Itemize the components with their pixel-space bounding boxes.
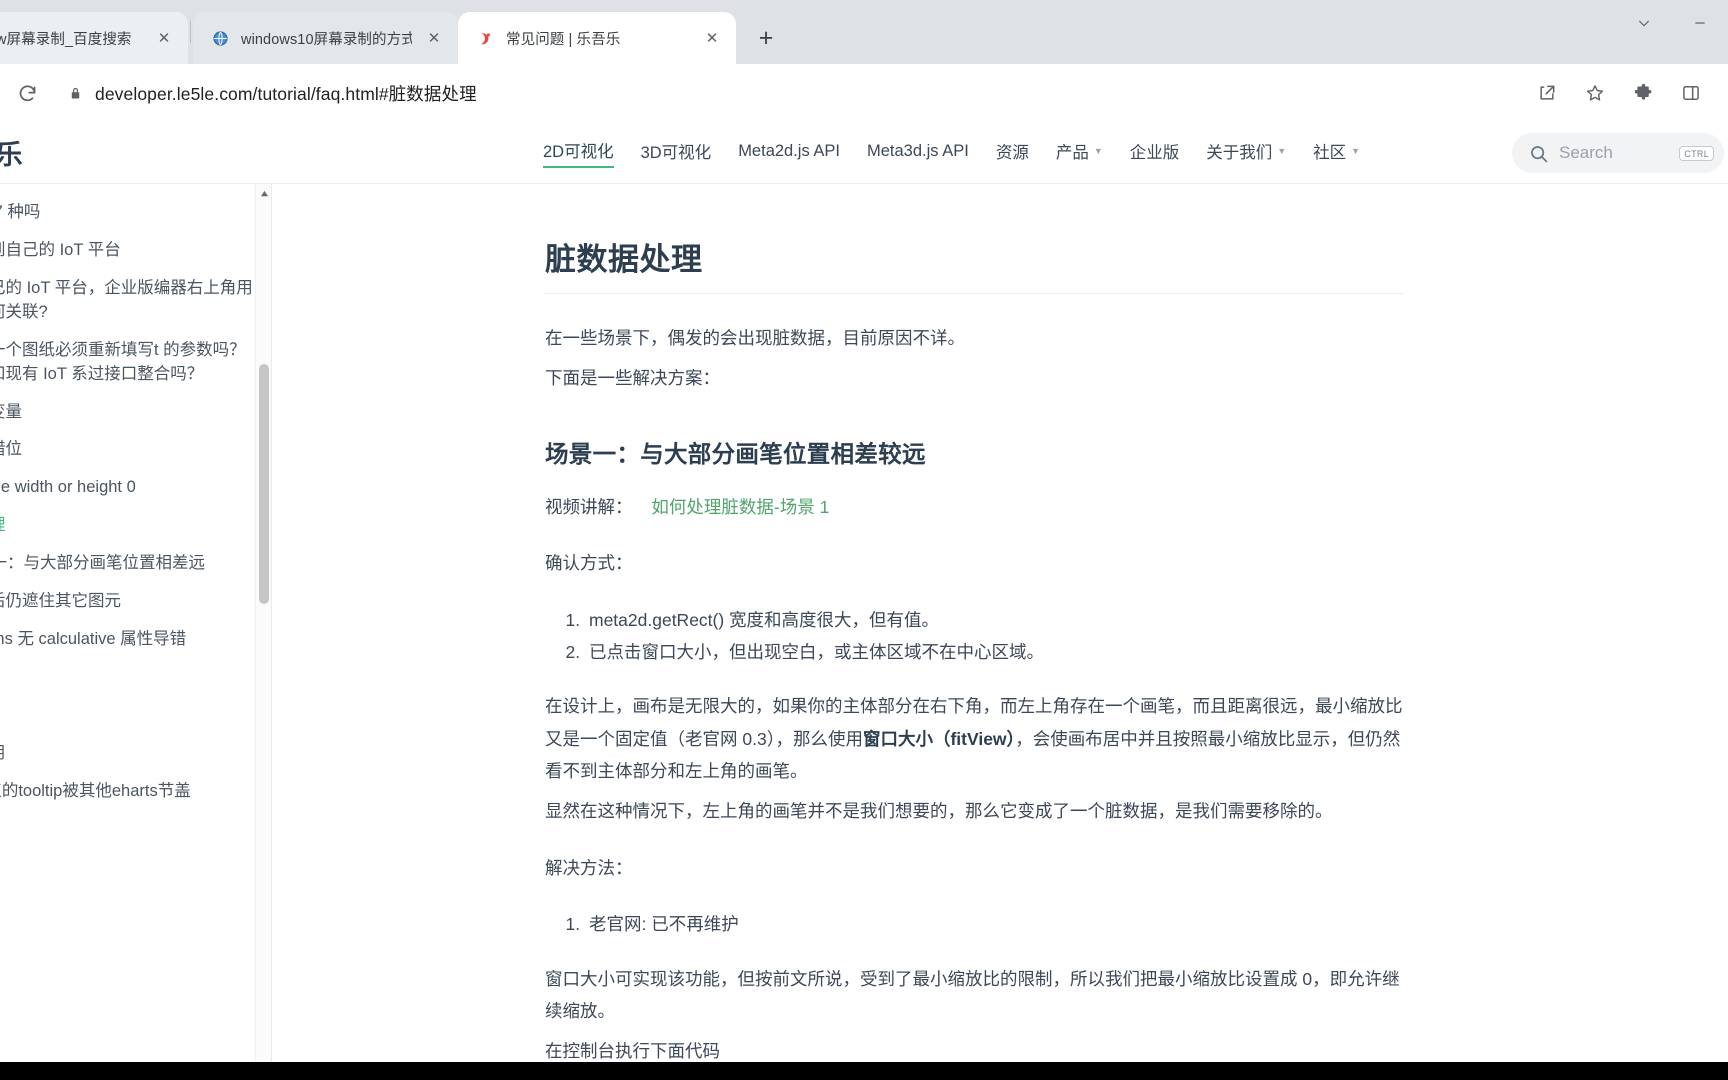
sidebar-item[interactable]: 集成到自己的 IoT 平台 — [0, 232, 270, 270]
content-area: 只有 7 种吗 集成到自己的 IoT 平台 到自己的 IoT 平台，企业版编器右… — [0, 184, 1728, 1079]
nav-label: Meta2d.js API — [738, 141, 840, 160]
body-text-bold: 窗口大小（fitView） — [862, 728, 1016, 749]
tab-title: w屏幕录制_百度搜索 — [0, 31, 132, 48]
video-label: 视频讲解： — [545, 496, 633, 517]
browser-window: w屏幕录制_百度搜索 ✕ windows10屏幕录制的方式有哪 ✕ 常见问题 | — [0, 0, 1728, 1080]
sidebar-item[interactable]: 景一：与大部分画笔位置相差远 — [0, 545, 270, 583]
nav-item-enterprise[interactable]: 企业版 — [1130, 139, 1180, 166]
sidebar-item[interactable]: 只有 7 种吗 — [0, 194, 270, 232]
le5le-icon — [476, 29, 494, 47]
sidebar-item[interactable]: 到自己的 IoT 平台，企业版编器右上角用户如何关联? — [0, 270, 270, 332]
sidebar-item[interactable]: ts节点的tooltip被其他eharts节盖 — [0, 773, 270, 811]
body-paragraph-2: 显然在这种情况下，左上角的画笔并不是我们想要的，那么它变成了一个脏数据，是我们需… — [545, 801, 1333, 822]
sidebar-item[interactable]: 打开一个图纸必须重新填写t 的参数吗？可以和现有 IoT 系过接口整合吗？ — [0, 332, 270, 394]
star-icon[interactable] — [1572, 70, 1618, 116]
chevron-down-icon[interactable] — [1616, 0, 1672, 46]
nav-item-about[interactable]: 关于我们 ▼ — [1206, 139, 1286, 166]
nav-label: 社区 — [1313, 144, 1347, 162]
chevron-down-icon: ▼ — [1093, 146, 1103, 156]
sidebar-item[interactable]: 问题 — [0, 811, 270, 849]
close-icon[interactable]: ✕ — [154, 28, 174, 48]
tab-title: windows10屏幕录制的方式有哪 — [241, 31, 412, 48]
nav-item-meta3d-api[interactable]: Meta3d.js API — [867, 142, 969, 164]
section-title: 场景一：与大部分画笔位置相差较远 — [545, 440, 926, 467]
toc-list: 只有 7 种吗 集成到自己的 IoT 平台 到自己的 IoT 平台，企业版编器右… — [0, 186, 270, 849]
minimize-icon[interactable] — [1672, 0, 1728, 46]
nav-label: 关于我们 — [1206, 144, 1273, 162]
site-header: 吾乐 2D可视化 3D可视化 Meta2d.js API Meta3d.js A… — [0, 122, 1728, 184]
tab-title: 常见问题 | 乐吾乐 — [506, 31, 621, 48]
search-input[interactable]: Search CTRL — [1512, 133, 1724, 173]
puzzle-icon[interactable] — [1620, 70, 1666, 116]
nav-item-community[interactable]: 社区 ▼ — [1313, 139, 1360, 166]
sidebar-item[interactable]: 布使用 — [0, 735, 270, 773]
tab-strip: w屏幕录制_百度搜索 ✕ windows10屏幕录制的方式有哪 ✕ 常见问题 | — [0, 0, 1728, 64]
chevron-down-icon: ▼ — [1277, 146, 1287, 156]
body-paragraph-1: 在设计上，画布是无限大的，如果你的主体部分在右下角，而左上角存在一个画笔，而且距… — [545, 690, 1405, 787]
solution-label: 解决方法： — [545, 857, 633, 878]
scroll-up-icon[interactable] — [256, 186, 271, 202]
new-tab-button[interactable]: + — [746, 18, 786, 58]
article-content: 脏数据处理 在一些场景下，偶发的会出现脏数据，目前原因不详。 下面是一些解决方案… — [272, 184, 1728, 1079]
window-controls — [1616, 0, 1728, 46]
sidebar-item-active[interactable]: 据处理 — [0, 507, 270, 545]
address-bar[interactable]: developer.le5le.com/tutorial/faq.html#脏数… — [52, 73, 1524, 113]
reload-icon[interactable] — [4, 70, 50, 116]
close-icon[interactable]: ✕ — [702, 28, 722, 48]
video-link[interactable]: 如何处理脏数据-场景 1 — [651, 497, 829, 517]
sidebar-item[interactable]: 置底后仍遮住其它图元 — [0, 583, 270, 621]
sidebar-item[interactable]: 通信 — [0, 697, 270, 735]
solution-list: 老官网: 已不再维护 — [545, 908, 1405, 940]
side-panel-icon[interactable] — [1668, 70, 1714, 116]
intro-line-1: 在一些场景下，偶发的会出现脏数据，目前原因不详。 — [545, 328, 965, 348]
intro-line-2: 下面是一些解决方案： — [545, 368, 720, 389]
nav-label: 产品 — [1055, 144, 1089, 162]
site-logo[interactable]: 吾乐 — [0, 133, 88, 172]
nav-item-3d[interactable]: 3D可视化 — [641, 139, 712, 166]
nav-item-2d[interactable]: 2D可视化 — [543, 138, 614, 168]
nav-item-resources[interactable]: 资源 — [996, 139, 1029, 166]
sidebar-toc: 只有 7 种吗 集成到自己的 IoT 平台 到自己的 IoT 平台，企业版编器右… — [0, 184, 272, 1079]
nav-label: 企业版 — [1129, 144, 1180, 162]
list-item: 已点击窗口大小，但出现空白，或主体区域不在中心区域。 — [585, 636, 1405, 668]
confirm-label: 确认方式： — [545, 553, 633, 574]
sidebar-item[interactable]: 或 pens 无 calculative 属性导错 — [0, 621, 270, 659]
url-text: developer.le5le.com/tutorial/faq.html#脏数… — [95, 83, 477, 104]
nav-label: 资源 — [995, 144, 1029, 162]
list-item: 老官网: 已不再维护 — [585, 908, 1405, 940]
page-viewport: 吾乐 2D可视化 3D可视化 Meta2d.js API Meta3d.js A… — [0, 122, 1728, 1080]
sidebar-item[interactable]: vImage width or height 0 — [0, 469, 270, 507]
confirm-list: meta2d.getRect() 宽度和高度很大，但有值。 已点击窗口大小，但出… — [545, 604, 1405, 669]
sidebar-item[interactable]: 画布 — [0, 659, 270, 697]
page-title: 脏数据处理 — [545, 234, 1405, 294]
globe-icon — [211, 29, 229, 47]
nav-label: 3D可视化 — [640, 144, 712, 162]
nav-item-products[interactable]: 产品 ▼ — [1056, 139, 1103, 166]
browser-toolbar: developer.le5le.com/tutorial/faq.html#脏数… — [0, 64, 1728, 122]
browser-tab[interactable]: w屏幕录制_百度搜索 ✕ — [0, 12, 188, 64]
browser-tab-active[interactable]: 常见问题 | 乐吾乐 ✕ — [458, 12, 736, 64]
sidebar-scrollbar[interactable] — [255, 184, 271, 1079]
search-shortcut-badge: CTRL — [1679, 145, 1714, 161]
chevron-down-icon: ▼ — [1351, 146, 1361, 156]
lock-icon — [68, 86, 83, 101]
nav-label: Meta3d.js API — [867, 141, 969, 160]
scrollbar-thumb[interactable] — [259, 364, 269, 604]
search-icon — [1528, 143, 1549, 164]
sidebar-item[interactable]: 框选错位 — [0, 431, 270, 469]
share-icon[interactable] — [1524, 70, 1570, 116]
sidebar-item[interactable]: 绑定变量 — [0, 394, 270, 432]
closing-paragraph-1: 窗口大小可实现该功能，但按前文所说，受到了最小缩放比的限制，所以我们把最小缩放比… — [545, 968, 1400, 1021]
nav-item-meta2d-api[interactable]: Meta2d.js API — [738, 142, 840, 164]
search-placeholder: Search — [1559, 143, 1613, 162]
tab-separator — [190, 21, 191, 43]
bottom-bar — [0, 1062, 1728, 1080]
nav-label: 2D可视化 — [543, 142, 614, 161]
list-item: meta2d.getRect() 宽度和高度很大，但有值。 — [585, 604, 1405, 636]
close-icon[interactable]: ✕ — [424, 28, 444, 48]
video-line: 视频讲解： 如何处理脏数据-场景 1 — [545, 491, 1405, 523]
main-navigation: 2D可视化 3D可视化 Meta2d.js API Meta3d.js API … — [543, 138, 1360, 168]
browser-tab[interactable]: windows10屏幕录制的方式有哪 ✕ — [193, 12, 458, 64]
toolbar-actions — [1524, 70, 1714, 116]
